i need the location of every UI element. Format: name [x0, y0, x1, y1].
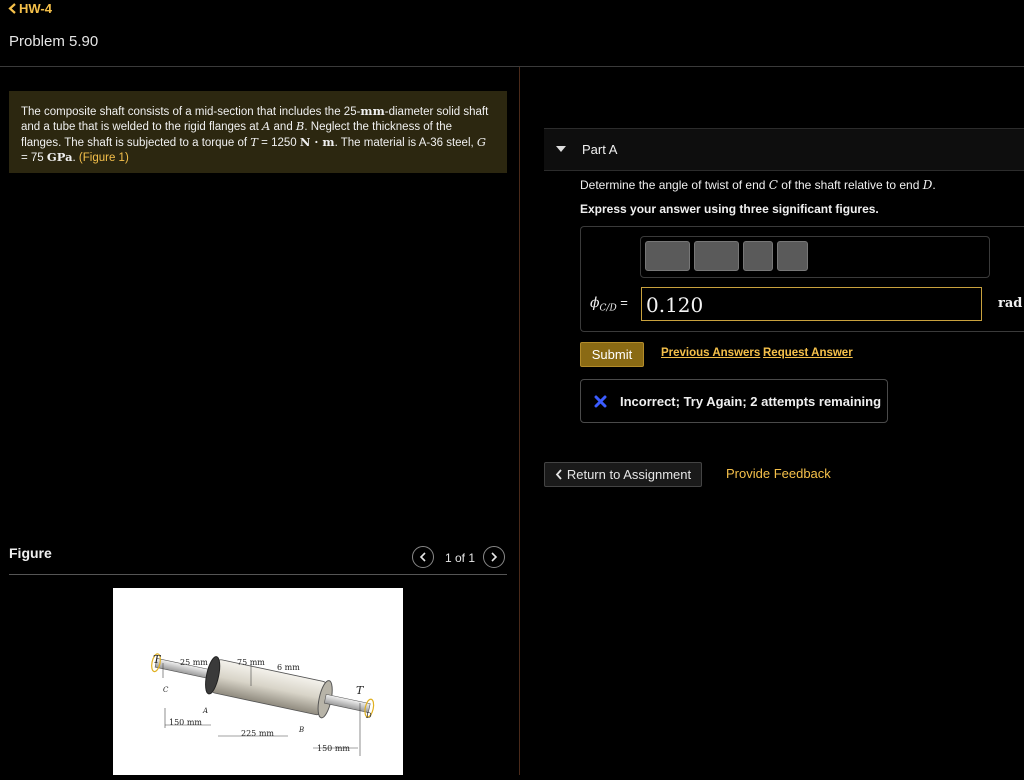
part-a-header[interactable]: Part A: [544, 128, 1024, 171]
chevron-left-icon: [8, 3, 16, 14]
figure-divider: [9, 574, 507, 575]
composite-shaft-diagram: T 25 mm 75 mm 6 mm T C A B D 150 mm 225 …: [151, 653, 375, 756]
figure-image: T 25 mm 75 mm 6 mm T C A B D 150 mm 225 …: [113, 588, 403, 775]
label-25mm: 25 mm: [180, 658, 208, 667]
feedback-text: Incorrect; Try Again; 2 attempts remaini…: [620, 394, 882, 409]
figure-link[interactable]: (Figure 1): [79, 152, 129, 164]
label-b: B: [298, 726, 304, 734]
figure-heading: Figure: [9, 545, 52, 561]
figure-prev-button[interactable]: [412, 546, 434, 568]
request-answer-link[interactable]: Request Answer: [763, 347, 853, 359]
column-divider: [519, 67, 520, 775]
toolbar-button-redo[interactable]: [777, 241, 808, 271]
return-label: Return to Assignment: [566, 467, 692, 482]
math-toolbar: [640, 236, 990, 278]
answer-variable-label: ϕC/D =: [590, 295, 628, 314]
label-d: D: [365, 712, 372, 720]
answer-unit: rad: [998, 296, 1023, 311]
answer-instruction: Express your answer using three signific…: [580, 202, 879, 216]
toolbar-button-undo[interactable]: [743, 241, 773, 271]
toolbar-button-symbols[interactable]: [694, 241, 739, 271]
toolbar-button-templates[interactable]: [645, 241, 690, 271]
label-a: A: [202, 707, 208, 715]
label-150mm-right: 150 mm: [317, 744, 350, 753]
label-t-right: T: [356, 684, 365, 697]
back-link-label: HW-4: [19, 1, 52, 16]
label-225mm: 225 mm: [241, 729, 274, 738]
label-6mm: 6 mm: [277, 663, 300, 672]
problem-statement: The composite shaft consists of a mid-se…: [9, 91, 507, 173]
chevron-right-icon: [491, 552, 498, 562]
previous-answers-link[interactable]: Previous Answers: [661, 347, 760, 359]
chevron-left-icon: [419, 552, 426, 562]
chevron-left-icon: [555, 469, 562, 480]
back-to-hw-link[interactable]: HW-4: [8, 1, 52, 16]
label-150mm-left: 150 mm: [169, 718, 202, 727]
answer-input[interactable]: [641, 287, 982, 321]
top-bar: HW-4 Problem 5.90: [0, 0, 1024, 67]
figure-counter: 1 of 1: [445, 551, 476, 565]
provide-feedback-link[interactable]: Provide Feedback: [726, 466, 831, 481]
part-a-title: Part A: [582, 142, 618, 157]
figure-next-button[interactable]: [483, 546, 505, 568]
incorrect-x-icon: [594, 395, 607, 408]
label-c: C: [163, 686, 169, 694]
question-text: Determine the angle of twist of end C of…: [580, 178, 936, 192]
label-75mm: 75 mm: [237, 658, 265, 667]
return-to-assignment-button[interactable]: Return to Assignment: [544, 462, 702, 487]
page-title: Problem 5.90: [9, 33, 99, 50]
submit-button[interactable]: Submit: [580, 342, 644, 367]
caret-down-icon: [556, 146, 566, 152]
